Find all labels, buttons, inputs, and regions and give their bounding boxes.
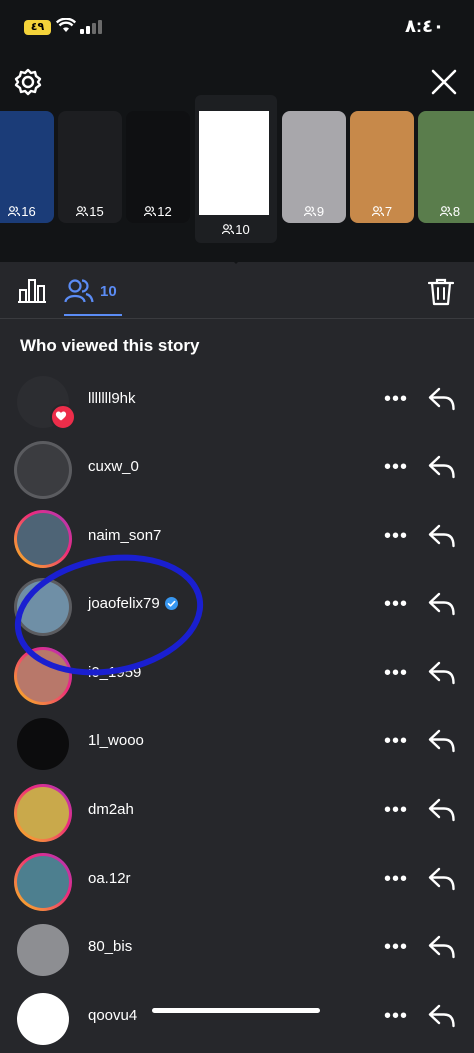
- view-count: 16: [21, 204, 36, 219]
- more-options-icon[interactable]: •••: [384, 868, 408, 891]
- viewer-username[interactable]: 80_bis: [88, 938, 132, 955]
- section-heading: Who viewed this story: [20, 336, 200, 355]
- viewer-username[interactable]: dm2ah: [88, 801, 134, 818]
- reply-icon[interactable]: [428, 660, 456, 686]
- viewers-icon: [76, 206, 89, 217]
- viewers-icon: [439, 206, 452, 217]
- reply-icon[interactable]: [428, 1003, 456, 1029]
- story-thumbnail[interactable]: 8: [418, 111, 474, 223]
- viewers-icon: [144, 206, 157, 217]
- status-bar: ٤٩ ٨:٤٠: [0, 0, 474, 56]
- avatar[interactable]: [17, 513, 69, 565]
- avatar-ring: [14, 441, 72, 499]
- viewer-row[interactable]: qoovu4 •••: [0, 985, 474, 1053]
- viewer-username[interactable]: 1l_wooo: [88, 732, 144, 749]
- reply-icon[interactable]: [428, 797, 456, 823]
- gear-icon[interactable]: [14, 68, 42, 96]
- avatar[interactable]: [17, 444, 69, 496]
- avatar[interactable]: [17, 993, 69, 1045]
- reply-icon[interactable]: [428, 591, 456, 617]
- story-thumbnail[interactable]: 9: [282, 111, 346, 223]
- heart-icon: [55, 411, 67, 421]
- more-options-icon[interactable]: •••: [384, 525, 408, 548]
- active-tab-indicator: [64, 314, 122, 316]
- more-options-icon[interactable]: •••: [384, 799, 408, 822]
- reply-icon[interactable]: [428, 386, 456, 412]
- viewer-row[interactable]: cuxw_0 •••: [0, 436, 474, 504]
- viewer-username[interactable]: oa.12r: [88, 870, 131, 887]
- avatar[interactable]: [17, 787, 69, 839]
- avatar-ring: [14, 715, 72, 773]
- signal-icon: [80, 20, 102, 34]
- avatar[interactable]: [17, 924, 69, 976]
- avatar-ring: [14, 921, 72, 979]
- more-options-icon[interactable]: •••: [384, 662, 408, 685]
- view-count: 10: [235, 222, 250, 237]
- more-options-icon[interactable]: •••: [384, 730, 408, 753]
- avatar-ring: [14, 990, 72, 1048]
- story-header: ٤٩ ٨:٤٠ 16 15 12 10 9 7 8: [0, 0, 474, 262]
- viewers-icon: [303, 206, 316, 217]
- viewer-username[interactable]: cuxw_0: [88, 458, 139, 475]
- insights-tabs: 10: [0, 262, 474, 319]
- viewer-row[interactable]: oa.12r •••: [0, 848, 474, 916]
- viewer-row[interactable]: dm2ah •••: [0, 779, 474, 847]
- viewers-icon: [371, 206, 384, 217]
- viewer-username[interactable]: qoovu4: [88, 1007, 137, 1024]
- viewers-icon: [8, 206, 21, 217]
- reply-icon[interactable]: [428, 454, 456, 480]
- home-indicator[interactable]: [152, 1008, 320, 1013]
- story-thumbnail[interactable]: 7: [350, 111, 414, 223]
- battery-icon: ٤٩: [24, 20, 51, 35]
- viewer-username[interactable]: naim_son7: [88, 527, 161, 544]
- viewers-icon: [222, 224, 235, 235]
- more-options-icon[interactable]: •••: [384, 593, 408, 616]
- tab-viewers[interactable]: 10: [64, 278, 122, 318]
- story-thumbnail-selected[interactable]: 10: [195, 95, 277, 243]
- story-thumbnail[interactable]: 16: [0, 111, 54, 223]
- viewer-username[interactable]: lllllll9hk: [88, 390, 136, 407]
- story-thumbnail[interactable]: 12: [126, 111, 190, 223]
- avatar[interactable]: [17, 856, 69, 908]
- more-options-icon[interactable]: •••: [384, 388, 408, 411]
- more-options-icon[interactable]: •••: [384, 1005, 408, 1028]
- reply-icon[interactable]: [428, 728, 456, 754]
- heart-badge: [50, 404, 76, 430]
- trash-icon[interactable]: [428, 278, 454, 306]
- avatar-ring: [14, 853, 72, 911]
- viewers-icon: [64, 279, 94, 303]
- reply-icon[interactable]: [428, 866, 456, 892]
- view-count: 12: [157, 204, 172, 219]
- avatar-ring: [14, 784, 72, 842]
- avatar[interactable]: [17, 718, 69, 770]
- status-time: ٨:٤٠: [405, 16, 444, 36]
- more-options-icon[interactable]: •••: [384, 936, 408, 959]
- view-count: 15: [89, 204, 104, 219]
- story-thumbnail[interactable]: 15: [58, 111, 122, 223]
- story-thumbnail-strip[interactable]: 16 15 12 10 9 7 8: [0, 95, 474, 245]
- close-icon[interactable]: [430, 68, 458, 96]
- view-count: 7: [384, 204, 393, 219]
- wifi-icon: [56, 18, 76, 32]
- reply-icon[interactable]: [428, 934, 456, 960]
- bar-chart-icon[interactable]: [18, 278, 46, 304]
- thumbnail-image: [199, 111, 269, 215]
- viewer-row[interactable]: 80_bis •••: [0, 916, 474, 984]
- view-count: 8: [452, 204, 461, 219]
- viewer-row[interactable]: 1l_wooo •••: [0, 710, 474, 778]
- more-options-icon[interactable]: •••: [384, 456, 408, 479]
- viewers-count: 10: [100, 283, 117, 300]
- reply-icon[interactable]: [428, 523, 456, 549]
- view-count: 9: [316, 204, 325, 219]
- avatar-ring: [14, 510, 72, 568]
- viewer-row[interactable]: naim_son7 •••: [0, 505, 474, 573]
